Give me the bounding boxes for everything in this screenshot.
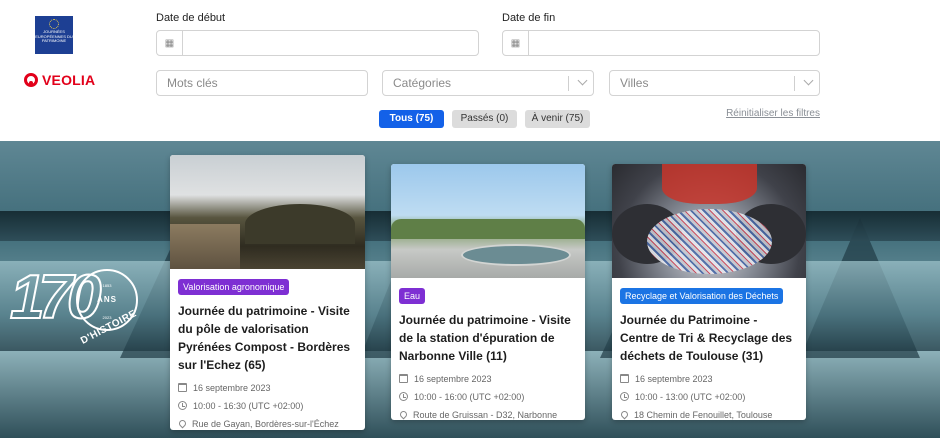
event-address-text: 18 Chemin de Fenouillet, Toulouse bbox=[634, 409, 773, 420]
page: JOURNÉES EUROPÉENNES DU PATRIMOINE VEOLI… bbox=[0, 0, 940, 438]
anniversary-logo: 170 1853 ANS 2023 D'HISTOIRE bbox=[9, 262, 145, 352]
clock-icon bbox=[399, 392, 408, 401]
clock-icon bbox=[178, 401, 187, 410]
jep-logo[interactable]: JOURNÉES EUROPÉENNES DU PATRIMOINE bbox=[35, 16, 73, 54]
calendar-icon bbox=[399, 374, 408, 383]
trees-shape bbox=[391, 219, 585, 239]
filter-bar: JOURNÉES EUROPÉENNES DU PATRIMOINE VEOLI… bbox=[0, 0, 940, 141]
event-time: 10:00 - 13:00 (UTC +02:00) bbox=[620, 389, 798, 404]
event-card[interactable]: Recyclage et Valorisation des Déchets Jo… bbox=[612, 164, 806, 420]
treatment-tank bbox=[461, 244, 571, 266]
event-date: 16 septembre 2023 bbox=[399, 371, 577, 386]
event-card-body: Eau Journée du patrimoine - Visite de la… bbox=[391, 278, 585, 420]
event-address-text: Rue de Gayan, Bordères-sur-l'Échez bbox=[192, 418, 339, 429]
event-address: Route de Gruissan - D32, Narbonne bbox=[398, 407, 577, 420]
location-pin-icon bbox=[177, 418, 188, 429]
event-title[interactable]: Journée du patrimoine - Visite de la sta… bbox=[399, 311, 577, 365]
select-separator bbox=[794, 76, 795, 91]
event-address: Rue de Gayan, Bordères-sur-l'Échez bbox=[177, 416, 357, 430]
event-address-text: Route de Gruissan - D32, Narbonne bbox=[413, 409, 558, 420]
chevron-down-icon[interactable] bbox=[803, 75, 814, 86]
event-time-text: 10:00 - 16:30 (UTC +02:00) bbox=[193, 400, 304, 411]
cities-placeholder: Villes bbox=[620, 76, 649, 90]
event-card[interactable]: Eau Journée du patrimoine - Visite de la… bbox=[391, 164, 585, 420]
event-card-body: Valorisation agronomique Journée du patr… bbox=[170, 269, 365, 430]
veolia-mark-icon bbox=[24, 73, 38, 87]
chevron-down-icon[interactable] bbox=[577, 75, 588, 86]
compost-pile bbox=[245, 204, 355, 244]
event-title[interactable]: Journée du patrimoine - Visite du pôle d… bbox=[178, 302, 357, 374]
year-start: 1853 bbox=[102, 283, 112, 288]
reset-filters-link[interactable]: Réinitialiser les filtres bbox=[726, 108, 820, 119]
category-badge[interactable]: Valorisation agronomique bbox=[178, 279, 290, 295]
veolia-logo-text: VEOLIA bbox=[42, 72, 96, 88]
event-date-text: 16 septembre 2023 bbox=[193, 382, 271, 393]
start-date-field[interactable]: ▦ bbox=[156, 30, 479, 56]
end-date-field[interactable]: ▦ bbox=[502, 30, 820, 56]
location-pin-icon bbox=[619, 409, 630, 420]
stone-wall bbox=[170, 224, 240, 269]
veolia-logo[interactable]: VEOLIA bbox=[24, 72, 95, 88]
end-date-label: Date de fin bbox=[502, 12, 556, 24]
end-date-input[interactable] bbox=[529, 31, 819, 55]
jep-logo-text: JOURNÉES EUROPÉENNES DU PATRIMOINE bbox=[35, 29, 73, 43]
event-photo[interactable] bbox=[612, 164, 806, 278]
plastic-flakes bbox=[647, 209, 772, 274]
event-address: 18 Chemin de Fenouillet, Toulouse bbox=[619, 407, 798, 420]
tab-upcoming[interactable]: À venir (75) bbox=[525, 110, 590, 128]
keywords-input[interactable]: Mots clés bbox=[156, 70, 368, 96]
calendar-icon bbox=[178, 383, 187, 392]
calendar-icon bbox=[620, 374, 629, 383]
event-date-text: 16 septembre 2023 bbox=[635, 373, 713, 384]
start-date-label: Date de début bbox=[156, 12, 226, 24]
event-time-text: 10:00 - 16:00 (UTC +02:00) bbox=[414, 391, 525, 402]
event-date: 16 septembre 2023 bbox=[620, 371, 798, 386]
event-photo[interactable] bbox=[170, 155, 365, 269]
category-badge[interactable]: Recyclage et Valorisation des Déchets bbox=[620, 288, 784, 304]
event-photo[interactable] bbox=[391, 164, 585, 278]
categories-placeholder: Catégories bbox=[393, 76, 452, 90]
tab-past[interactable]: Passés (0) bbox=[452, 110, 517, 128]
event-time: 10:00 - 16:00 (UTC +02:00) bbox=[399, 389, 577, 404]
event-date-text: 16 septembre 2023 bbox=[414, 373, 492, 384]
event-time: 10:00 - 16:30 (UTC +02:00) bbox=[178, 398, 357, 413]
location-pin-icon bbox=[398, 409, 409, 420]
calendar-icon: ▦ bbox=[157, 31, 183, 55]
event-card[interactable]: Valorisation agronomique Journée du patr… bbox=[170, 155, 365, 430]
categories-select[interactable]: Catégories bbox=[382, 70, 594, 96]
cities-select[interactable]: Villes bbox=[609, 70, 820, 96]
event-title[interactable]: Journée du Patrimoine - Centre de Tri & … bbox=[620, 311, 798, 365]
anniversary-unit: ANS bbox=[97, 295, 117, 304]
event-card-body: Recyclage et Valorisation des Déchets Jo… bbox=[612, 278, 806, 420]
eu-stars-icon bbox=[49, 19, 59, 29]
calendar-icon: ▦ bbox=[503, 31, 529, 55]
event-time-text: 10:00 - 13:00 (UTC +02:00) bbox=[635, 391, 746, 402]
event-date: 16 septembre 2023 bbox=[178, 380, 357, 395]
select-separator bbox=[568, 76, 569, 91]
category-badge[interactable]: Eau bbox=[399, 288, 426, 304]
clock-icon bbox=[620, 392, 629, 401]
start-date-input[interactable] bbox=[183, 31, 478, 55]
tab-all[interactable]: Tous (75) bbox=[379, 110, 444, 128]
red-glove bbox=[662, 164, 757, 204]
